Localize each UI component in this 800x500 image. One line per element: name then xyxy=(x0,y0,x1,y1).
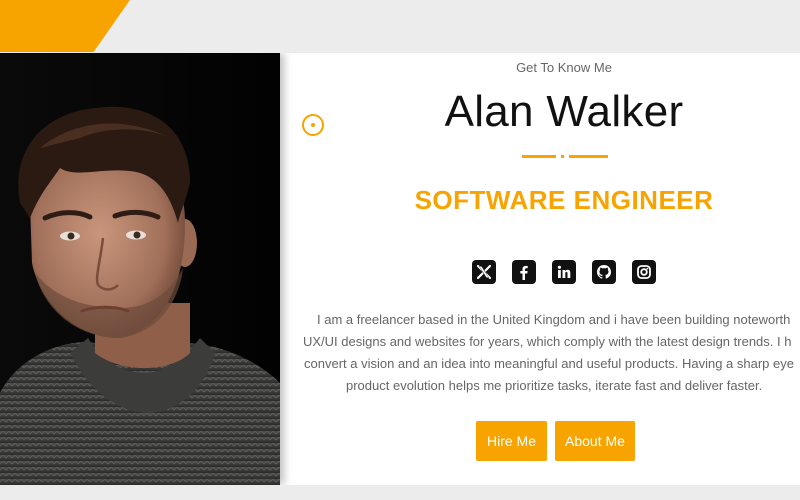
profile-name: Alan Walker xyxy=(444,87,684,136)
bio-line: I am a freelancer based in the United Ki… xyxy=(317,312,791,327)
bio-line: convert a vision and an idea into meanin… xyxy=(304,356,794,371)
about-me-button[interactable]: About Me xyxy=(555,421,635,461)
facebook-icon[interactable] xyxy=(512,260,536,284)
title-divider xyxy=(522,155,608,158)
divider-dot xyxy=(561,155,564,158)
profile-bio: I am a freelancer based in the United Ki… xyxy=(300,310,800,400)
profile-role: SOFTWARE ENGINEER xyxy=(414,185,714,215)
x-icon[interactable] xyxy=(472,260,496,284)
profile-photo xyxy=(0,53,280,485)
github-icon[interactable] xyxy=(592,260,616,284)
linkedin-icon[interactable] xyxy=(552,260,576,284)
portrait-image xyxy=(0,53,280,485)
social-links xyxy=(472,260,656,284)
circle-decoration xyxy=(302,114,324,136)
bio-line: product evolution helps me prioritize ta… xyxy=(346,378,763,393)
action-buttons: Hire Me About Me xyxy=(476,421,635,461)
instagram-icon[interactable] xyxy=(632,260,656,284)
hire-me-button[interactable]: Hire Me xyxy=(476,421,548,461)
bio-line: UX/UI designs and websites for years, wh… xyxy=(303,334,792,349)
corner-accent-shape xyxy=(0,0,130,52)
section-eyebrow: Get To Know Me xyxy=(516,60,612,75)
divider-segment-right xyxy=(569,155,608,158)
divider-segment-left xyxy=(522,155,556,158)
